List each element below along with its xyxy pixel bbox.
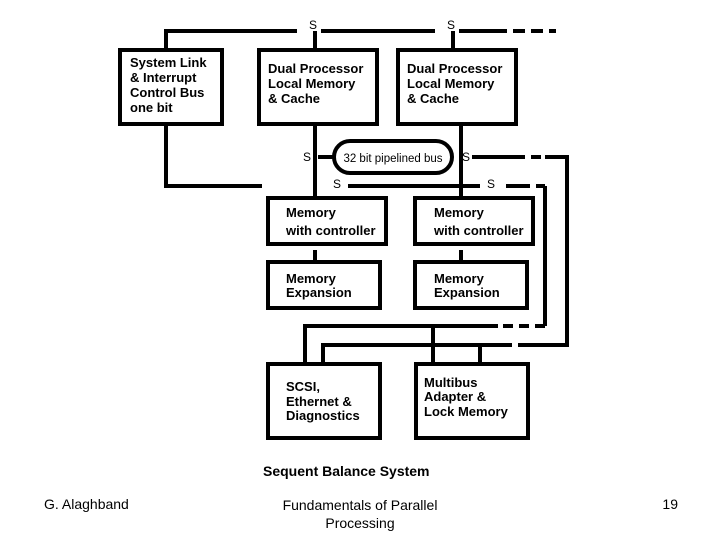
processor-2-text: Local Memory <box>407 76 495 91</box>
scsi-text: SCSI, <box>286 379 320 394</box>
system-link-text: one bit <box>130 100 173 115</box>
memory-expansion-2-text: Expansion <box>434 285 500 300</box>
footer-title-line-2: Processing <box>325 515 395 531</box>
processor-1-text: Local Memory <box>268 76 356 91</box>
memory-expansion-2-text: Memory <box>434 271 485 286</box>
multibus-text: Lock Memory <box>424 404 509 419</box>
multibus-text: Adapter & <box>424 389 486 404</box>
switch-label: S <box>333 177 341 191</box>
switch-label: S <box>309 18 317 32</box>
scsi-text: Ethernet & <box>286 394 352 409</box>
processor-2-text: & Cache <box>407 91 459 106</box>
memory-controller-2-text: with controller <box>433 223 524 238</box>
memory-expansion-1-text: Expansion <box>286 285 352 300</box>
page-number: 19 <box>662 496 678 512</box>
processor-2-text: Dual Processor <box>407 61 502 76</box>
system-link-text: & Interrupt <box>130 70 197 85</box>
multibus-text: Multibus <box>424 375 477 390</box>
top-bus-left <box>164 29 297 48</box>
processor-1-text: Dual Processor <box>268 61 363 76</box>
footer-title-line-1: Fundamentals of Parallel <box>282 497 438 513</box>
diagram-caption: Sequent Balance System <box>263 463 430 479</box>
pipelined-bus-label: 32 bit pipelined bus <box>343 153 442 165</box>
footer-title: Fundamentals of Parallel Processing <box>260 496 460 532</box>
memory-controller-1-text: Memory <box>286 205 337 220</box>
processor-1-text: & Cache <box>268 91 320 106</box>
footer-author: G. Alaghband <box>44 496 129 512</box>
scsi-text: Diagnostics <box>286 408 360 423</box>
memory-expansion-1-text: Memory <box>286 271 337 286</box>
switch-label: S <box>487 177 495 191</box>
system-link-text: Control Bus <box>130 85 204 100</box>
control-bus-left <box>164 124 262 188</box>
pipelined-bus-bottom <box>321 343 505 362</box>
memory-controller-1-text: with controller <box>285 223 376 238</box>
memory-controller-2-text: Memory <box>434 205 485 220</box>
switch-label: S <box>447 18 455 32</box>
sequent-balance-diagram: 32 bit pipelined bus S S S S S S System … <box>118 18 569 479</box>
switch-label: S <box>303 150 311 164</box>
system-link-text: System Link <box>130 55 207 70</box>
switch-label: S <box>462 150 470 164</box>
pipelined-bus-right-loop <box>528 155 569 347</box>
